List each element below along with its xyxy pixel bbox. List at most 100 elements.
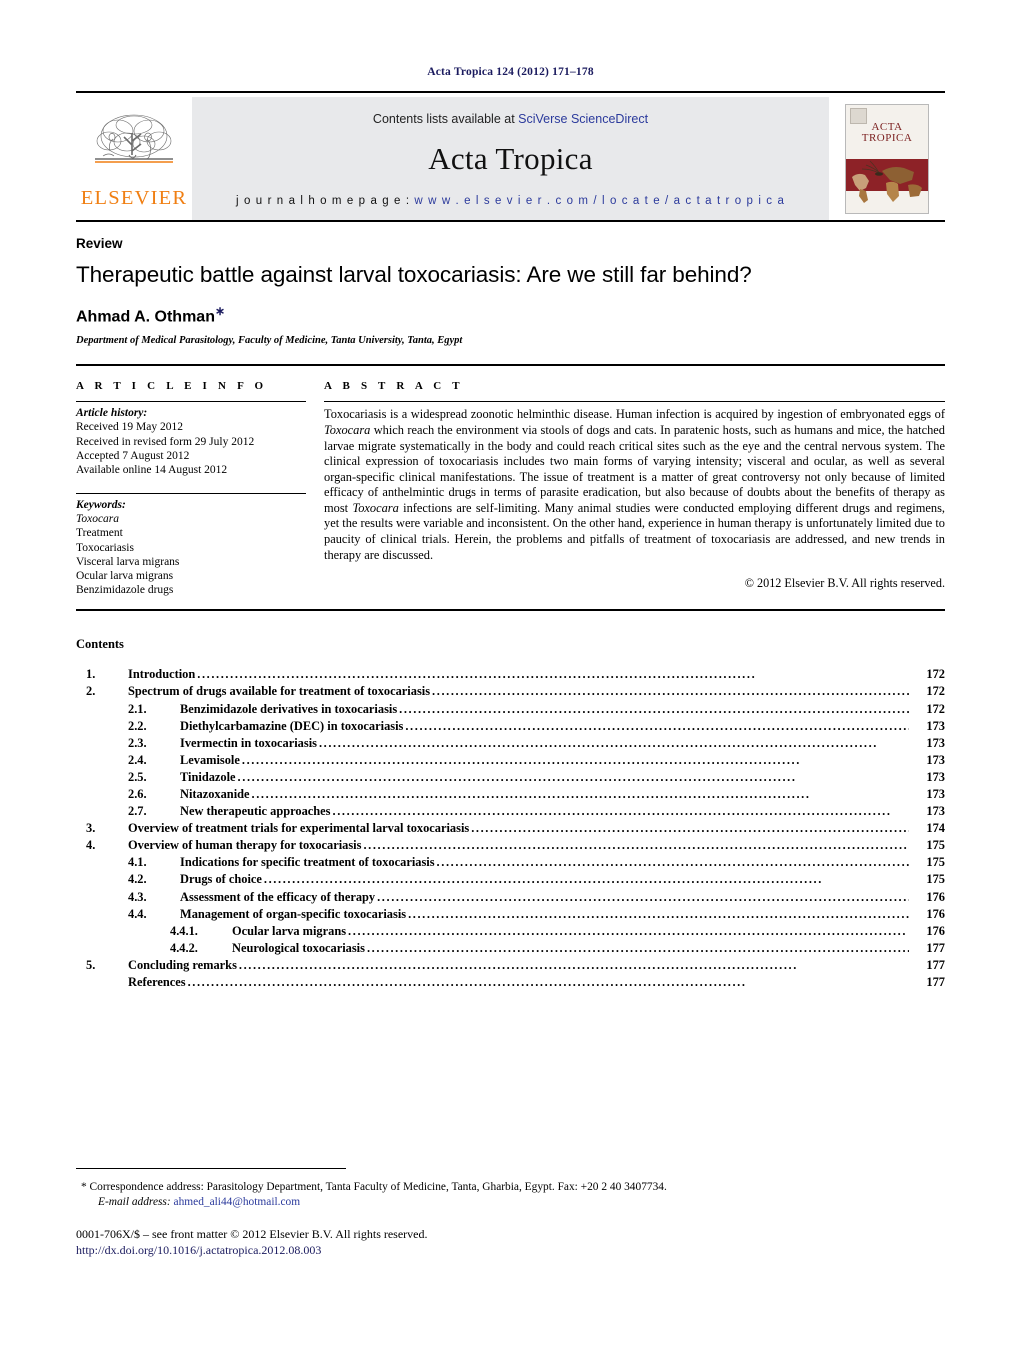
- toc-entry[interactable]: 3. Overview of treatment trials for exper…: [76, 820, 945, 837]
- toc-entry-page: 176: [926, 889, 945, 904]
- toc-leader-dots: ........................................…: [332, 804, 892, 819]
- toc-entry[interactable]: 5. Concluding remarks....................…: [76, 957, 945, 974]
- toc-entry[interactable]: 4.3. Assessment of the efficacy of therap…: [76, 889, 945, 906]
- email-link[interactable]: ahmed_ali44@hotmail.com: [174, 1196, 301, 1208]
- toc-entry-label: Assessment of the efficacy of therapy: [180, 889, 376, 904]
- cover-title: ACTA TROPICA: [846, 121, 928, 145]
- toc-entry-page: 174: [926, 821, 945, 836]
- contents-heading: Contents: [76, 637, 124, 652]
- toc-entry-label: Nitazoxanide: [180, 787, 250, 802]
- doi-link[interactable]: http://dx.doi.org/10.1016/j.actatropica.…: [76, 1242, 428, 1258]
- toc-entry-page: 175: [926, 872, 945, 887]
- toc-leader-dots: ........................................…: [408, 906, 909, 921]
- toc-entry[interactable]: 2.2. Diethylcarbamazine (DEC) in toxocari…: [76, 718, 945, 735]
- article-header: Review Therapeutic battle against larval…: [76, 220, 945, 346]
- toc-entry[interactable]: 4.4.2. Neurological toxocariasis.........…: [76, 940, 945, 957]
- keyword-item: Benzimidazole drugs: [76, 584, 174, 597]
- toc-entry[interactable]: 2. Spectrum of drugs available for treatm…: [76, 683, 945, 700]
- toc-entry[interactable]: 4.4.1. Ocular larva migrans..............…: [76, 923, 945, 940]
- toc-entry-page: 172: [926, 684, 945, 699]
- elsevier-wordmark: ELSEVIER: [80, 187, 188, 209]
- abstract-bottom-divider: [76, 609, 945, 612]
- elsevier-tree-icon: [95, 114, 173, 163]
- elsevier-logo: ELSEVIER: [76, 97, 192, 220]
- toc-entry-label: Drugs of choice: [180, 872, 262, 887]
- toc-entry[interactable]: 4.4. Management of organ-specific toxocar…: [76, 906, 945, 923]
- toc-entry-page: 172: [926, 701, 945, 716]
- toc-entry-number: 2.1.: [128, 701, 147, 716]
- article-history-item: Available online 14 August 2012: [76, 463, 228, 476]
- abstract-part-1: Toxocariasis is a widespread zoonotic he…: [324, 407, 945, 422]
- toc-entry-label: Diethylcarbamazine (DEC) in toxocariasis: [180, 718, 404, 733]
- toc-entry[interactable]: References..............................…: [76, 974, 945, 991]
- article-history-item: Received in revised form 29 July 2012: [76, 435, 255, 448]
- masthead-center: Contents lists available at SciVerse Sci…: [192, 97, 829, 220]
- info-abstract-section: A R T I C L E I N F O Article history: R…: [76, 364, 945, 597]
- toc-entry-page: 175: [926, 838, 945, 853]
- contents-available-line: Contents lists available at SciVerse Sci…: [373, 112, 648, 126]
- toc-entry[interactable]: 2.1. Benzimidazole derivatives in toxocar…: [76, 701, 945, 718]
- toc-entry-number: 4.4.1.: [170, 923, 198, 938]
- abstract-column: A B S T R A C T Toxocariasis is a widesp…: [324, 380, 945, 597]
- author-name: Ahmad A. Othman: [76, 308, 215, 326]
- toc-leader-dots: ........................................…: [436, 855, 909, 870]
- keywords-block: Keywords: Toxocara Treatment Toxocariasi…: [76, 493, 306, 597]
- toc-entry[interactable]: 4.1. Indications for specific treatment o…: [76, 854, 945, 871]
- abstract-part-3: infections are self-limiting. Many anima…: [324, 500, 946, 562]
- toc-entry-label: Overview of human therapy for toxocarias…: [128, 838, 362, 853]
- toc-entry[interactable]: 4. Overview of human therapy for toxocari…: [76, 837, 945, 854]
- abstract-text: Toxocariasis is a widespread zoonotic he…: [324, 407, 945, 563]
- author-footnote-marker: ∗: [214, 304, 226, 318]
- abstract-heading: A B S T R A C T: [324, 380, 464, 393]
- toc-entry[interactable]: 2.3. Ivermectin in toxocariasis..........…: [76, 735, 945, 752]
- toc-entry-number: 4.1.: [128, 855, 147, 870]
- toc-entry-page: 173: [926, 735, 945, 750]
- toc-entry-page: 175: [926, 855, 945, 870]
- keyword-item: Visceral larva migrans: [76, 555, 180, 568]
- abstract-copyright: © 2012 Elsevier B.V. All rights reserved…: [744, 575, 945, 590]
- toc-leader-dots: ........................................…: [366, 940, 909, 955]
- toc-leader-dots: ........................................…: [263, 872, 823, 887]
- keyword-item: Treatment: [76, 527, 123, 540]
- keywords-divider: [76, 493, 306, 495]
- contents-available-text: Contents lists available at: [372, 112, 519, 126]
- toc-entry[interactable]: 2.6. Nitazoxanide........................…: [76, 786, 945, 803]
- toc-entry-number: 4.4.: [128, 906, 147, 921]
- toc-entry[interactable]: 2.5. Tinidazole..........................…: [76, 769, 945, 786]
- toc-entry-label: Neurological toxocariasis: [232, 940, 365, 955]
- toc-leader-dots: ........................................…: [399, 701, 909, 716]
- toc-leader-dots: ........................................…: [363, 838, 909, 853]
- toc-entry-page: 177: [926, 975, 945, 990]
- toc-entry-page: 173: [926, 718, 945, 733]
- running-head: Acta Tropica 124 (2012) 171–178: [427, 66, 594, 78]
- toc-entry[interactable]: 2.7. New therapeutic approaches..........…: [76, 803, 945, 820]
- toc-entry-label: Overview of treatment trials for experim…: [128, 821, 470, 836]
- toc-entry-page: 173: [926, 787, 945, 802]
- homepage-url-link[interactable]: w w w . e l s e v i e r . c o m / l o c …: [414, 195, 785, 207]
- toc-entry-number: 4.3.: [128, 889, 147, 904]
- toc-entry-number: 3.: [86, 821, 96, 836]
- toc-entry-number: 4.4.2.: [170, 940, 198, 955]
- toc-entry-page: 173: [926, 804, 945, 819]
- toc-entry-label: New therapeutic approaches: [180, 804, 331, 819]
- journal-title: Acta Tropica: [428, 141, 593, 176]
- cover-title-line2: TROPICA: [861, 132, 913, 144]
- toc-entry-label: Ocular larva migrans: [232, 923, 347, 938]
- page-title: Therapeutic battle against larval toxoca…: [76, 262, 752, 287]
- journal-homepage-line: j o u r n a l h o m e p a g e : w w w . …: [236, 195, 785, 207]
- footnote-block: * Correspondence address: Parasitology D…: [76, 1180, 945, 1210]
- article-history-item: Received 19 May 2012: [76, 421, 183, 434]
- toc-entry[interactable]: 1. Introduction..........................…: [76, 666, 945, 683]
- journal-masthead: ELSEVIER Contents lists available at Sci…: [76, 91, 945, 220]
- sciencedirect-link[interactable]: SciVerse ScienceDirect: [518, 112, 648, 126]
- toc-leader-dots: ........................................…: [471, 821, 909, 836]
- toc-entry-page: 176: [926, 906, 945, 921]
- toc-entry-label: References: [128, 975, 186, 990]
- toc-entry-label: Management of organ-specific toxocariasi…: [180, 906, 407, 921]
- toc-entry-page: 177: [926, 957, 945, 972]
- abstract-divider: [324, 401, 945, 403]
- issn-line: 0001-706X/$ – see front matter © 2012 El…: [76, 1227, 428, 1241]
- toc-entry[interactable]: 4.2. Drugs of choice.....................…: [76, 871, 945, 888]
- toc-entry[interactable]: 2.4. Levamisole..........................…: [76, 752, 945, 769]
- author-affiliation: Department of Medical Parasitology, Facu…: [76, 335, 463, 347]
